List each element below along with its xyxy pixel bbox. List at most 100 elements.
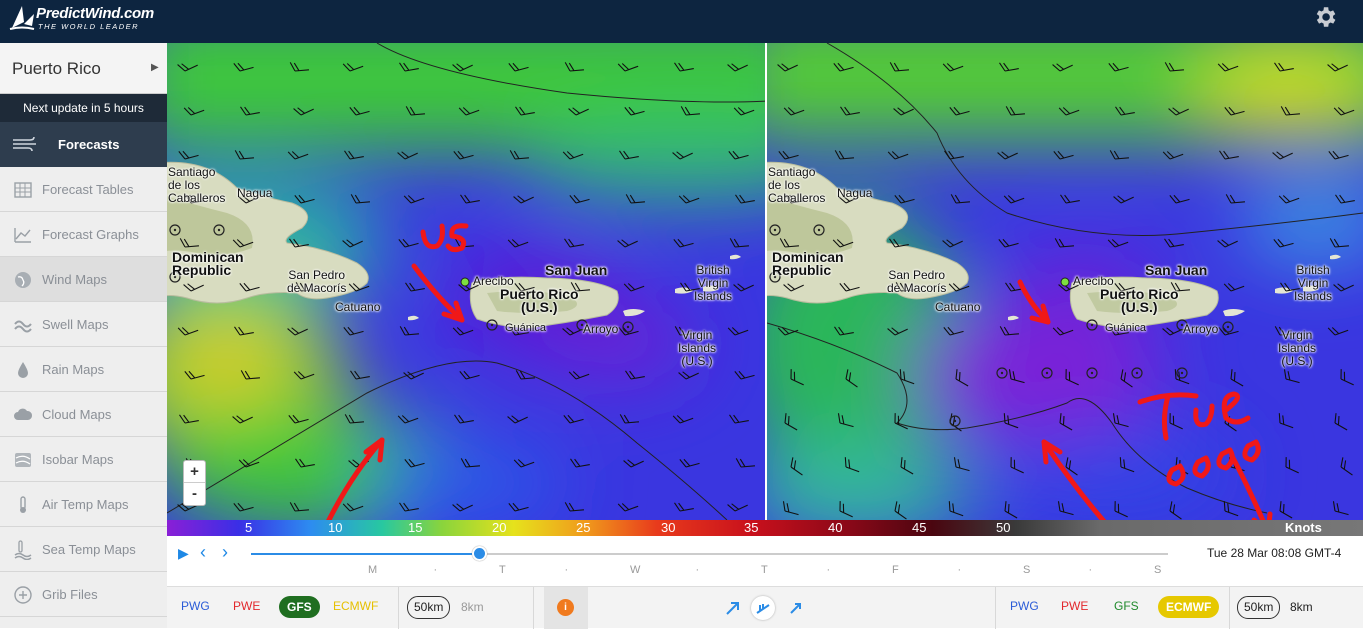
arrow-ne-small-icon[interactable] (784, 596, 808, 620)
left-model-ecmwf[interactable]: ECMWF (333, 599, 378, 613)
timeline-day-label: · (1088, 564, 1093, 576)
timeline-day-label: T (499, 564, 506, 576)
wind-speed-scale (167, 520, 1363, 536)
scale-tick: 5 (245, 520, 253, 535)
right-model-gfs[interactable]: GFS (1114, 599, 1139, 613)
map-label-dominican-republic-left: Dominican Republic (172, 249, 244, 278)
right-model-pwg[interactable]: PWG (1010, 599, 1039, 613)
map-label-catuano-left: Catuano (335, 300, 381, 314)
separator (1229, 587, 1230, 629)
scale-tick: 20 (492, 520, 507, 535)
location-selector[interactable]: Puerto Rico ▶ (0, 43, 167, 94)
sidebar-item-label: Forecast Tables (42, 182, 134, 197)
chevron-right-icon[interactable]: › (222, 543, 228, 561)
sidebar-item-label: Swell Maps (42, 317, 109, 332)
timeline-day-label: S (1023, 564, 1031, 576)
sidebar-item-rain-maps[interactable]: Rain Maps (0, 347, 167, 392)
map-label-dominican-republic-right: Dominican Republic (772, 249, 844, 278)
forecasts-section[interactable]: Forecasts (0, 122, 167, 167)
timeline-day-label: T (761, 564, 768, 576)
play-icon[interactable]: ▶ (178, 545, 189, 562)
location-name: Puerto Rico (12, 59, 101, 78)
wind-lines-icon (13, 136, 36, 152)
sidebar-item-wind-maps[interactable]: Wind Maps (0, 257, 167, 302)
map-label-puerto-rico-right: Puerto Rico (U.S.) (1100, 286, 1179, 315)
sidebar-item-label: Isobar Maps (42, 452, 114, 467)
zoom-in-button[interactable]: + (184, 461, 205, 483)
info-icon[interactable]: i (557, 599, 574, 616)
sidebar-item-air-temp-maps[interactable]: Air Temp Maps (0, 482, 167, 527)
arrow-ne-icon[interactable] (721, 596, 745, 620)
isobar-icon (15, 453, 31, 467)
left-model-gfs-selected[interactable]: GFS (279, 596, 320, 618)
map-label-santiago-left: Santiago de los Caballeros (168, 165, 226, 205)
right-model-pwe[interactable]: PWE (1061, 599, 1088, 613)
chevron-right-icon: ▶ (151, 62, 159, 73)
chevron-left-icon[interactable]: ‹ (200, 543, 206, 561)
timeline-day-label: · (433, 564, 438, 576)
gear-icon[interactable] (1312, 4, 1338, 30)
wind-map-left[interactable] (167, 43, 765, 520)
sea-temp-icon (14, 540, 32, 560)
sidebar-item-isobar-maps[interactable]: Isobar Maps (0, 437, 167, 482)
map-label-nagua-left: Nagua (237, 186, 273, 200)
map-divider (765, 43, 767, 520)
separator (995, 587, 996, 629)
sidebar-item-label: Sea Temp Maps (42, 542, 136, 557)
timeline-day-label: W (630, 564, 641, 576)
timeline-progress (251, 553, 481, 555)
sidebar-nav: Forecast Tables Forecast Graphs Wind Maps S… (0, 167, 167, 617)
timeline-slider-thumb[interactable] (472, 546, 488, 561)
left-res-50km[interactable]: 50km (407, 596, 451, 619)
map-label-arroyo-right: Arroyo (1183, 322, 1219, 336)
sidebar-item-grib-files[interactable]: Grib Files (0, 572, 167, 617)
scale-tick: 25 (576, 520, 591, 535)
sidebar-item-label: Forecast Graphs (42, 227, 139, 242)
right-res-8km[interactable]: 8km (1290, 600, 1313, 614)
scale-tick: 30 (661, 520, 676, 535)
map-label-guanica-right: Guánica (1105, 322, 1146, 334)
timeline-day-label: F (892, 564, 899, 576)
right-res-50km[interactable]: 50km (1237, 596, 1281, 619)
timeline-day-label: · (957, 564, 962, 576)
right-model-ecmwf-selected[interactable]: ECMWF (1158, 596, 1220, 618)
zoom-out-button[interactable]: - (184, 483, 205, 505)
predictwind-logo[interactable]: PredictWind.com THE WORLD LEADER (8, 2, 168, 40)
separator (398, 587, 399, 629)
logo-title: PredictWind.com (36, 5, 154, 22)
sidebar-item-label: Wind Maps (42, 272, 108, 287)
left-model-pwe[interactable]: PWE (233, 599, 260, 613)
wind-barb-toggle-icon[interactable] (751, 596, 775, 620)
sidebar-item-forecast-tables[interactable]: Forecast Tables (0, 167, 167, 212)
thermometer-icon (20, 496, 26, 513)
scale-tick: 40 (828, 520, 843, 535)
left-model-pwg[interactable]: PWG (181, 599, 210, 613)
scale-tick: 45 (912, 520, 927, 535)
map-label-usvi-right: Virgin Islands (U.S.) (1278, 328, 1317, 368)
map-label-san-pedro-left: San Pedro de Macorís (287, 268, 347, 295)
sidebar-item-swell-maps[interactable]: Swell Maps (0, 302, 167, 347)
sidebar-item-forecast-graphs[interactable]: Forecast Graphs (0, 212, 167, 257)
table-icon (14, 182, 32, 198)
sidebar-item-sea-temp-maps[interactable]: Sea Temp Maps (0, 527, 167, 572)
map-label-san-juan-right: San Juan (1145, 262, 1208, 278)
timeline-day-label: S (1154, 564, 1162, 576)
left-res-8km[interactable]: 8km (461, 600, 484, 614)
info-area: i (544, 587, 588, 629)
graph-icon (14, 228, 31, 243)
scale-tick: 35 (744, 520, 759, 535)
sidebar-item-label: Grib Files (42, 587, 98, 602)
map-label-nagua-right: Nagua (837, 186, 873, 200)
map-label-arroyo-left: Arroyo (583, 322, 619, 336)
timeline-day-label: · (826, 564, 831, 576)
logo-sail-icon (9, 6, 35, 30)
scale-tick: 50 (996, 520, 1011, 535)
scale-unit: Knots (1285, 520, 1322, 535)
timeline-day-label: M (368, 564, 378, 576)
zoom-control: + - (183, 460, 206, 506)
map-label-catuano-right: Catuano (935, 300, 981, 314)
timeline-day-label: · (564, 564, 569, 576)
scale-tick: 10 (328, 520, 343, 535)
sidebar-item-cloud-maps[interactable]: Cloud Maps (0, 392, 167, 437)
wind-map-right[interactable] (767, 43, 1363, 520)
